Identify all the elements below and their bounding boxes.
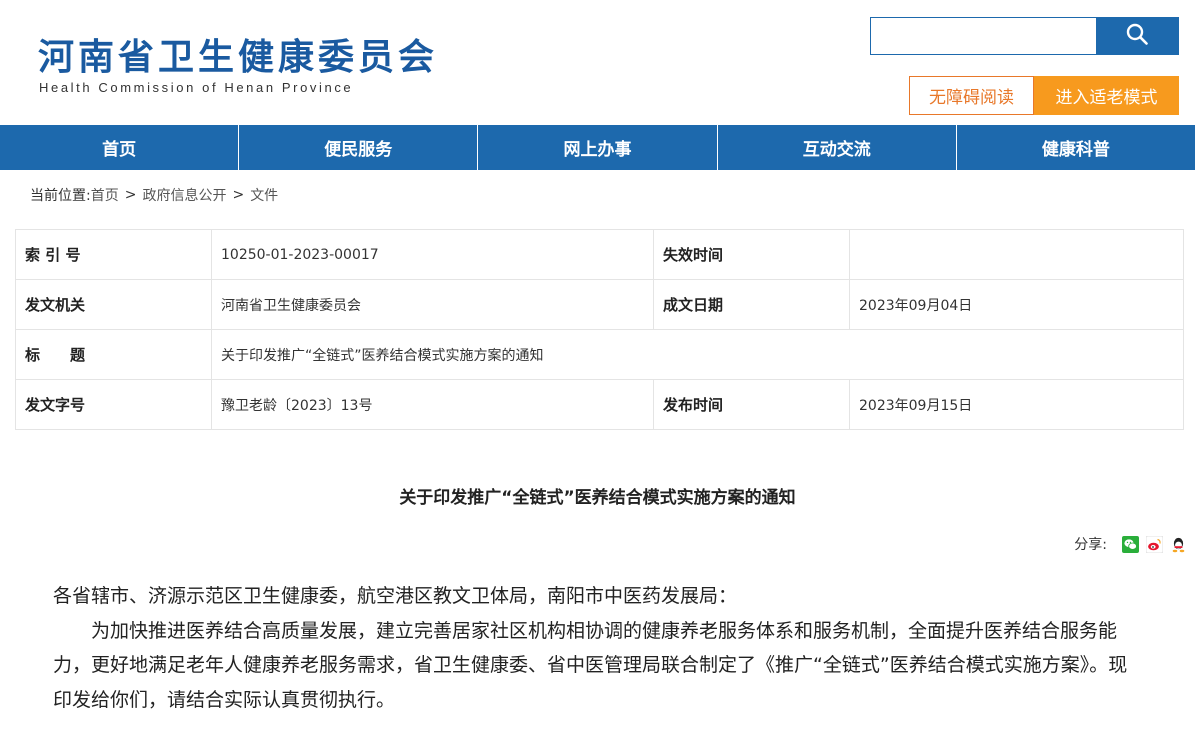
accessibility-reading-button[interactable]: 无障碍阅读 xyxy=(909,76,1034,115)
nav-item-public-services[interactable]: 便民服务 xyxy=(239,125,479,170)
site-subtitle: Health Commission of Henan Province xyxy=(39,80,354,95)
nav-item-online-services[interactable]: 网上办事 xyxy=(478,125,718,170)
elder-mode-button[interactable]: 进入适老模式 xyxy=(1034,76,1179,115)
table-row: 索 引 号 10250-01-2023-00017 失效时间 xyxy=(15,229,1184,280)
breadcrumb-separator: > xyxy=(124,187,137,203)
breadcrumb-separator: > xyxy=(232,187,245,203)
search-button[interactable] xyxy=(1095,18,1178,54)
main-nav: 首页 便民服务 网上办事 互动交流 健康科普 xyxy=(0,125,1195,170)
breadcrumb-item-gov-info[interactable]: 政府信息公开 xyxy=(142,185,226,205)
article-salutation: 各省辖市、济源示范区卫生健康委，航空港区教文卫体局，南阳市中医药发展局： xyxy=(53,585,738,607)
document-number-label: 发文字号 xyxy=(15,379,212,430)
search-icon xyxy=(1125,22,1149,50)
index-number-value: 10250-01-2023-00017 xyxy=(211,229,654,280)
qq-icon[interactable] xyxy=(1170,536,1187,553)
breadcrumb-item-documents[interactable]: 文件 xyxy=(250,185,278,205)
search-box xyxy=(870,17,1179,55)
expiry-date-value xyxy=(849,229,1184,280)
article-paragraph: 为加快推进医养结合高质量发展，建立完善居家社区机构相协调的健康养老服务体系和服务… xyxy=(53,619,1128,711)
written-date-value: 2023年09月04日 xyxy=(849,279,1184,330)
publish-date-label: 发布时间 xyxy=(653,379,850,430)
nav-item-interaction[interactable]: 互动交流 xyxy=(718,125,957,170)
table-row: 发文字号 豫卫老龄〔2023〕13号 发布时间 2023年09月15日 xyxy=(15,379,1184,430)
document-title-label: 标 题 xyxy=(15,329,212,380)
share-label: 分享: xyxy=(1074,537,1107,553)
site-header: 河南省卫生健康委员会 Health Commission of Henan Pr… xyxy=(0,0,1201,125)
document-info-table: 索 引 号 10250-01-2023-00017 失效时间 发文机关 河南省卫… xyxy=(15,229,1184,430)
issuing-authority-label: 发文机关 xyxy=(15,279,212,330)
issuing-authority-value: 河南省卫生健康委员会 xyxy=(211,279,654,330)
expiry-date-label: 失效时间 xyxy=(653,229,850,280)
table-row: 标 题 关于印发推广“全链式”医养结合模式实施方案的通知 xyxy=(15,329,1184,380)
written-date-label: 成文日期 xyxy=(653,279,850,330)
wechat-icon[interactable] xyxy=(1122,535,1139,553)
breadcrumb-item-home[interactable]: 首页 xyxy=(91,185,119,205)
table-row: 发文机关 河南省卫生健康委员会 成文日期 2023年09月04日 xyxy=(15,279,1184,330)
article-title: 关于印发推广“全链式”医养结合模式实施方案的通知 xyxy=(399,488,796,508)
index-number-label: 索 引 号 xyxy=(15,229,212,280)
site-title[interactable]: 河南省卫生健康委员会 xyxy=(38,36,438,80)
nav-item-home[interactable]: 首页 xyxy=(0,125,240,170)
publish-date-value: 2023年09月15日 xyxy=(849,379,1184,430)
article-content: 各省辖市、济源示范区卫生健康委，航空港区教文卫体局，南阳市中医药发展局： 为加快… xyxy=(53,579,1133,717)
share-bar: 分享: xyxy=(1074,533,1187,555)
document-number-value: 豫卫老龄〔2023〕13号 xyxy=(211,379,654,430)
nav-item-health-science[interactable]: 健康科普 xyxy=(957,125,1195,170)
breadcrumb: 当前位置: 首页 > 政府信息公开 > 文件 xyxy=(30,184,278,206)
search-input[interactable] xyxy=(871,18,1096,54)
breadcrumb-prefix: 当前位置: xyxy=(30,188,91,204)
document-title-value: 关于印发推广“全链式”医养结合模式实施方案的通知 xyxy=(211,329,1184,380)
weibo-icon[interactable] xyxy=(1146,535,1163,553)
